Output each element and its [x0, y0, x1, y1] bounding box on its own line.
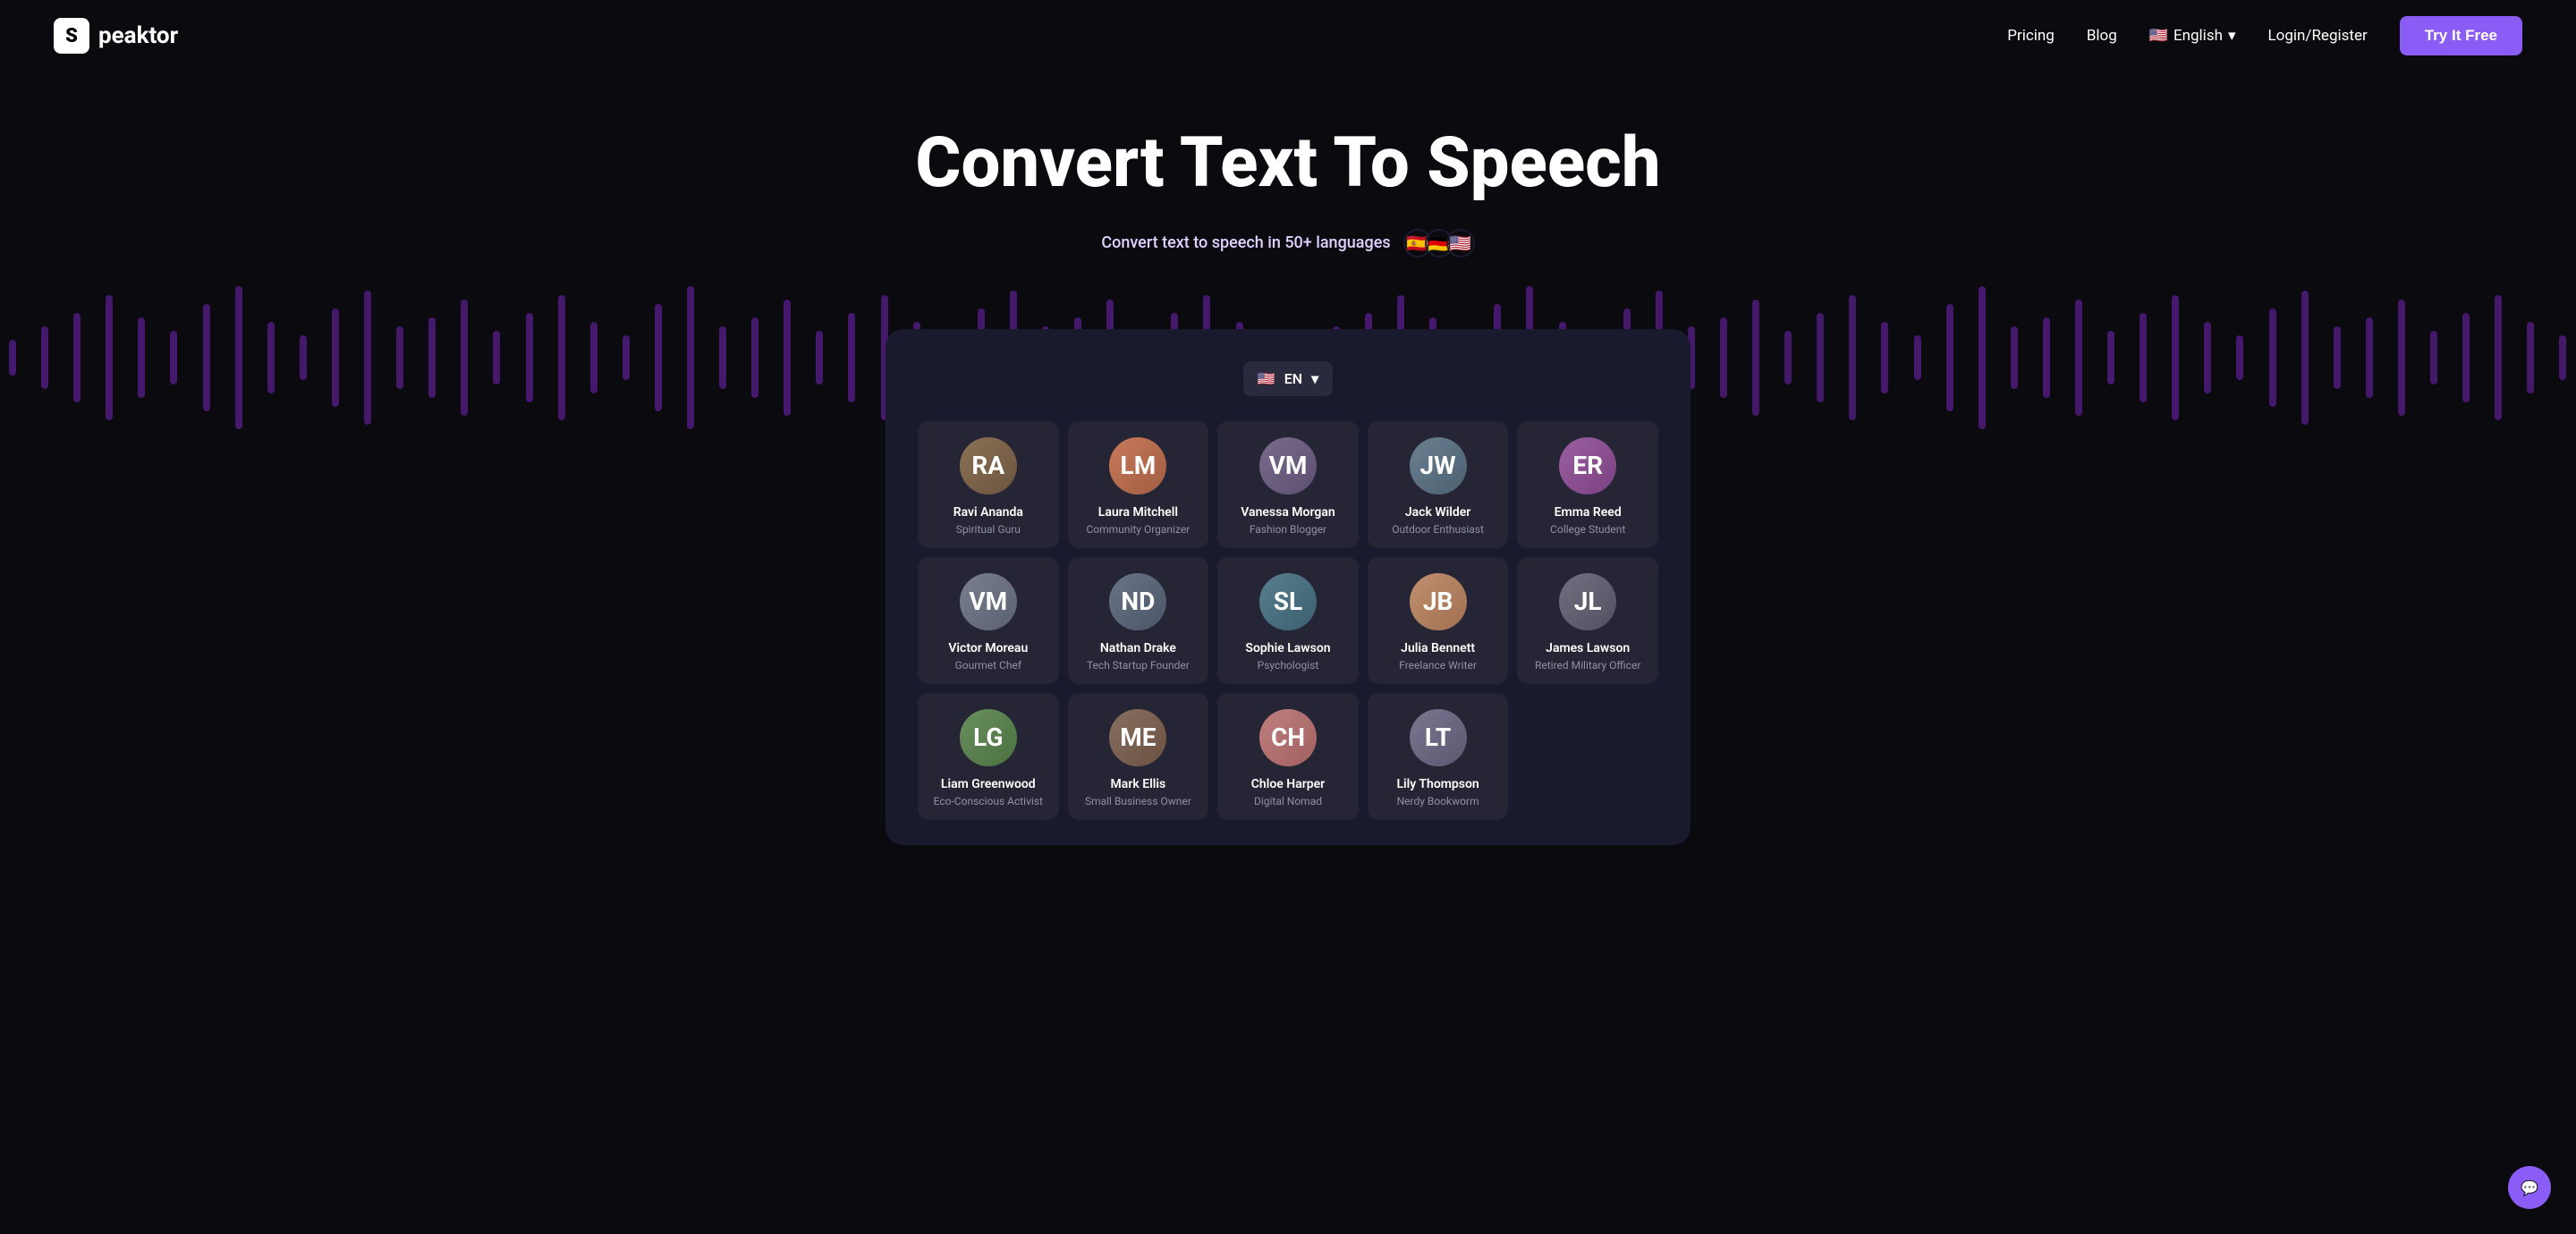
- voice-role-james: Retired Military Officer: [1528, 659, 1648, 672]
- voice-role-nathan: Tech Startup Founder: [1079, 659, 1199, 672]
- logo-wordmark: peaktor: [98, 22, 178, 49]
- nav-blog[interactable]: Blog: [2087, 27, 2117, 45]
- voice-role-laura: Community Organizer: [1079, 523, 1199, 536]
- login-register-link[interactable]: Login/Register: [2268, 27, 2368, 45]
- voice-name-laura: Laura Mitchell: [1079, 505, 1199, 520]
- voice-panel: 🇺🇸 EN ▾ RA Ravi Ananda Spiritual Guru LM…: [886, 329, 1690, 845]
- voice-role-vanessa: Fashion Blogger: [1228, 523, 1348, 536]
- voice-name-ravi: Ravi Ananda: [928, 505, 1048, 520]
- voice-avatar-james: JL: [1559, 573, 1616, 630]
- voice-role-mark: Small Business Owner: [1079, 795, 1199, 807]
- flag-us-icon: 🇺🇸: [2149, 27, 2168, 45]
- voice-role-sophie: Psychologist: [1228, 659, 1348, 672]
- nav-links: Pricing Blog 🇺🇸 English ▾ Login/Register…: [2007, 16, 2522, 55]
- voice-avatar-mark: ME: [1109, 709, 1166, 766]
- flag-us-icon: 🇺🇸: [1446, 229, 1475, 258]
- voice-avatar-liam: LG: [960, 709, 1017, 766]
- voice-avatar-ravi: RA: [960, 437, 1017, 494]
- voice-name-vanessa: Vanessa Morgan: [1228, 505, 1348, 520]
- logo[interactable]: S peaktor: [54, 18, 178, 54]
- voice-name-victor: Victor Moreau: [928, 641, 1048, 655]
- voice-card-sophie[interactable]: SL Sophie Lawson Psychologist: [1217, 557, 1359, 684]
- voice-name-julia: Julia Bennett: [1378, 641, 1498, 655]
- voice-role-ravi: Spiritual Guru: [928, 523, 1048, 536]
- voice-name-mark: Mark Ellis: [1079, 777, 1199, 791]
- voice-role-victor: Gourmet Chef: [928, 659, 1048, 672]
- voice-avatar-julia: JB: [1410, 573, 1467, 630]
- panel-container: 🇺🇸 EN ▾ RA Ravi Ananda Spiritual Guru LM…: [0, 329, 2576, 899]
- hero-title: Convert Text To Speech: [18, 125, 2558, 202]
- voice-avatar-lily: LT: [1410, 709, 1467, 766]
- voice-card-julia[interactable]: JB Julia Bennett Freelance Writer: [1368, 557, 1509, 684]
- voice-role-emma: College Student: [1528, 523, 1648, 536]
- voice-avatar-emma: ER: [1559, 437, 1616, 494]
- voice-name-lily: Lily Thompson: [1378, 777, 1498, 791]
- voice-avatar-sophie: SL: [1259, 573, 1317, 630]
- voice-role-julia: Freelance Writer: [1378, 659, 1498, 672]
- chat-bubble-button[interactable]: 💬: [2508, 1166, 2551, 1209]
- voice-avatar-laura: LM: [1109, 437, 1166, 494]
- voice-role-lily: Nerdy Bookworm: [1378, 795, 1498, 807]
- logo-icon: S: [54, 18, 89, 54]
- voice-avatar-vanessa: VM: [1259, 437, 1317, 494]
- nav-pricing[interactable]: Pricing: [2007, 27, 2055, 45]
- panel-flag-icon: 🇺🇸: [1258, 370, 1275, 387]
- try-free-button[interactable]: Try It Free: [2400, 16, 2522, 55]
- voice-card-james[interactable]: JL James Lawson Retired Military Officer: [1517, 557, 1658, 684]
- hero-section: Convert Text To Speech Convert text to s…: [0, 72, 2576, 329]
- voice-card-chloe[interactable]: CH Chloe Harper Digital Nomad: [1217, 693, 1359, 820]
- voice-card-liam[interactable]: LG Liam Greenwood Eco-Conscious Activist: [918, 693, 1059, 820]
- chat-icon: 💬: [2521, 1179, 2538, 1196]
- voice-name-james: James Lawson: [1528, 641, 1648, 655]
- voice-name-emma: Emma Reed: [1528, 505, 1648, 520]
- voice-card-jack[interactable]: JW Jack Wilder Outdoor Enthusiast: [1368, 421, 1509, 548]
- voice-avatar-chloe: CH: [1259, 709, 1317, 766]
- panel-chevron-icon: ▾: [1311, 370, 1318, 387]
- language-flags: 🇪🇸 🇩🇪 🇺🇸: [1403, 229, 1475, 258]
- voice-avatar-victor: VM: [960, 573, 1017, 630]
- voice-name-chloe: Chloe Harper: [1228, 777, 1348, 791]
- voice-role-chloe: Digital Nomad: [1228, 795, 1348, 807]
- voice-name-liam: Liam Greenwood: [928, 777, 1048, 791]
- hero-subtitle-row: Convert text to speech in 50+ languages …: [18, 229, 2558, 258]
- voice-avatar-nathan: ND: [1109, 573, 1166, 630]
- voice-card-laura[interactable]: LM Laura Mitchell Community Organizer: [1068, 421, 1209, 548]
- voices-grid: RA Ravi Ananda Spiritual Guru LM Laura M…: [918, 421, 1658, 820]
- voice-card-lily[interactable]: LT Lily Thompson Nerdy Bookworm: [1368, 693, 1509, 820]
- panel-lang-dropdown[interactable]: 🇺🇸 EN ▾: [1243, 361, 1333, 396]
- voice-card-emma[interactable]: ER Emma Reed College Student: [1517, 421, 1658, 548]
- voice-avatar-jack: JW: [1410, 437, 1467, 494]
- voice-card-victor[interactable]: VM Victor Moreau Gourmet Chef: [918, 557, 1059, 684]
- voice-role-liam: Eco-Conscious Activist: [928, 795, 1048, 807]
- voice-name-jack: Jack Wilder: [1378, 505, 1498, 520]
- voice-card-vanessa[interactable]: VM Vanessa Morgan Fashion Blogger: [1217, 421, 1359, 548]
- navbar: S peaktor Pricing Blog 🇺🇸 English ▾ Logi…: [0, 0, 2576, 72]
- panel-lang-code: EN: [1284, 370, 1302, 387]
- voice-role-jack: Outdoor Enthusiast: [1378, 523, 1498, 536]
- hero-subtitle-text: Convert text to speech in 50+ languages: [1101, 233, 1390, 252]
- voice-card-nathan[interactable]: ND Nathan Drake Tech Startup Founder: [1068, 557, 1209, 684]
- voice-name-nathan: Nathan Drake: [1079, 641, 1199, 655]
- language-selector[interactable]: 🇺🇸 English ▾: [2149, 27, 2236, 45]
- voice-name-sophie: Sophie Lawson: [1228, 641, 1348, 655]
- voice-card-ravi[interactable]: RA Ravi Ananda Spiritual Guru: [918, 421, 1059, 548]
- voice-card-mark[interactable]: ME Mark Ellis Small Business Owner: [1068, 693, 1209, 820]
- chevron-down-icon: ▾: [2228, 27, 2236, 45]
